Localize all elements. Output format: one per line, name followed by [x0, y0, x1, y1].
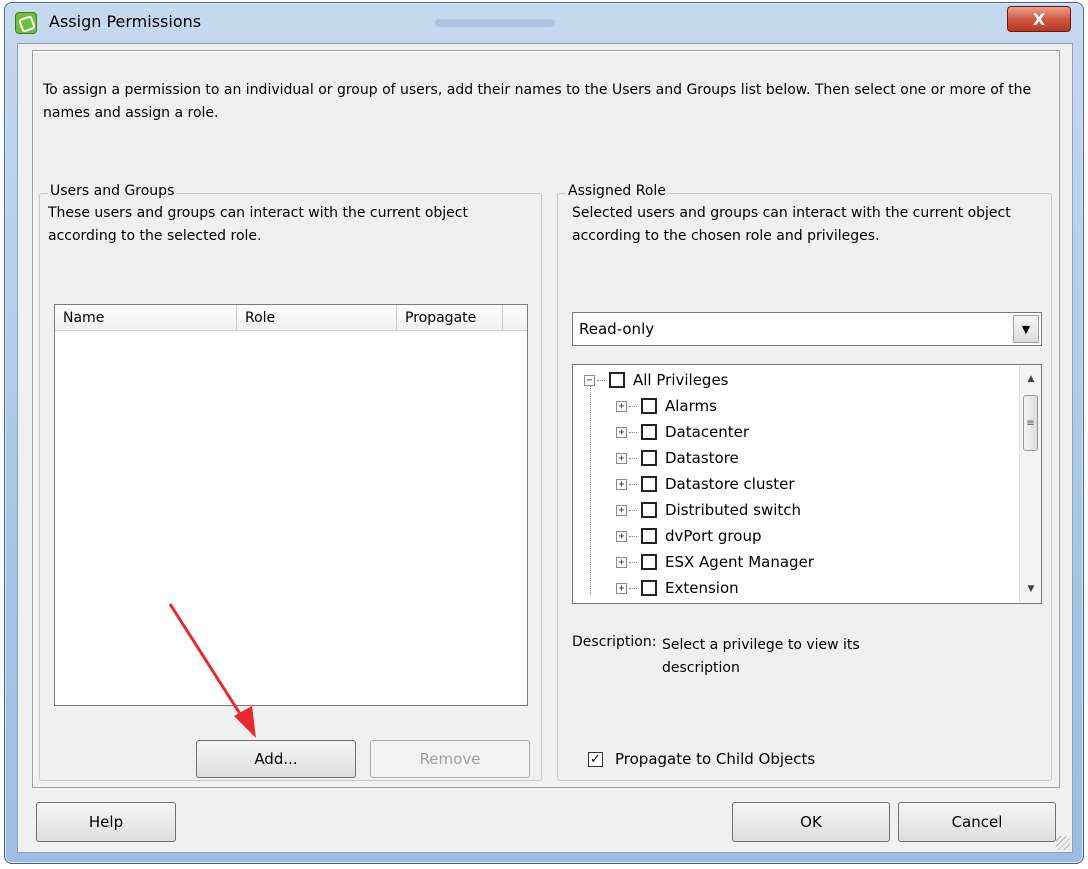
expand-icon[interactable]: +	[616, 504, 627, 516]
resize-grip-icon[interactable]	[1056, 836, 1070, 850]
expand-icon[interactable]: +	[616, 556, 627, 568]
expand-icon[interactable]: +	[616, 452, 627, 464]
description-label: Description:	[572, 634, 657, 650]
tree-connector	[629, 431, 637, 433]
tree-row-extension[interactable]: + Extension	[616, 575, 739, 601]
checkbox-datastore-cluster[interactable]	[641, 476, 657, 492]
assigned-role-group: Assigned Role Selected users and groups …	[557, 183, 1052, 781]
checkbox-esx-agent-manager[interactable]	[641, 554, 657, 570]
tree-row-datastore[interactable]: + Datastore	[616, 445, 739, 471]
tree-row-dvport-group[interactable]: + dvPort group	[616, 523, 761, 549]
checkbox-distributed-switch[interactable]	[641, 502, 657, 518]
users-and-groups-group: Users and Groups These users and groups …	[39, 183, 542, 781]
add-button[interactable]: Add...	[196, 740, 356, 778]
title-bar: Assign Permissions X	[5, 3, 1083, 41]
checkbox-all-privileges[interactable]	[609, 372, 625, 388]
description-text: Select a privilege to view its descripti…	[662, 637, 860, 676]
tree-connector-line	[590, 383, 591, 595]
list-header: Name Role Propagate	[55, 305, 527, 331]
users-and-groups-legend: Users and Groups	[48, 183, 177, 199]
assigned-role-legend: Assigned Role	[566, 183, 668, 199]
chevron-down-icon[interactable]: ▼	[1013, 315, 1039, 343]
cancel-button[interactable]: Cancel	[898, 802, 1056, 842]
role-dropdown[interactable]: Read-only ▼	[572, 312, 1042, 346]
scroll-down-icon[interactable]: ▼	[1020, 579, 1041, 599]
column-header-role[interactable]: Role	[237, 305, 397, 331]
checkbox-dvport-group[interactable]	[641, 528, 657, 544]
content-panel: To assign a permission to an individual …	[32, 50, 1060, 788]
expand-icon[interactable]: +	[616, 582, 627, 594]
instructions-text: To assign a permission to an individual …	[43, 82, 1032, 121]
propagate-checkbox[interactable]: ✓	[588, 751, 603, 767]
tree-row-datacenter[interactable]: + Datacenter	[616, 419, 749, 445]
checkbox-datastore[interactable]	[641, 450, 657, 466]
tree-row-alarms[interactable]: + Alarms	[616, 393, 717, 419]
tree-label-all-privileges: All Privileges	[633, 371, 729, 389]
help-button[interactable]: Help	[36, 802, 176, 842]
tree-row-datastore-cluster[interactable]: + Datastore cluster	[616, 471, 795, 497]
checkbox-datacenter[interactable]	[641, 424, 657, 440]
tree-label: Distributed switch	[665, 501, 802, 519]
tree-label: Datacenter	[665, 423, 750, 441]
tree-row-esx-agent-manager[interactable]: + ESX Agent Manager	[616, 549, 814, 575]
window-title: Assign Permissions	[49, 12, 202, 31]
tree-connector	[629, 457, 637, 459]
expand-icon[interactable]: +	[616, 400, 627, 412]
propagate-label: Propagate to Child Objects	[615, 750, 816, 768]
vsphere-app-icon	[15, 12, 37, 34]
expand-icon[interactable]: +	[616, 478, 627, 490]
tree-label: dvPort group	[665, 527, 762, 545]
privileges-tree[interactable]: − All Privileges + Alarms + Datacenter +…	[572, 364, 1042, 604]
title-obscured-text	[435, 19, 555, 27]
tree-label: ESX Agent Manager	[665, 553, 814, 571]
tree-connector	[629, 483, 637, 485]
tree-connector	[629, 587, 637, 589]
tree-connector	[597, 379, 605, 381]
ok-button[interactable]: OK	[732, 802, 890, 842]
tree-label: Extension	[665, 579, 739, 597]
checkbox-alarms[interactable]	[641, 398, 657, 414]
assigned-role-description: Selected users and groups can interact w…	[572, 205, 1011, 244]
tree-row-distributed-switch[interactable]: + Distributed switch	[616, 497, 801, 523]
tree-scrollbar[interactable]: ▲ ≡ ▼	[1019, 365, 1041, 603]
tree-label: Datastore	[665, 449, 739, 467]
tree-label: Alarms	[665, 397, 717, 415]
collapse-icon[interactable]: −	[584, 374, 595, 386]
expand-icon[interactable]: +	[616, 426, 627, 438]
close-button[interactable]: X	[1007, 6, 1071, 32]
tree-connector	[629, 535, 637, 537]
checkbox-extension[interactable]	[641, 580, 657, 596]
propagate-checkbox-row[interactable]: ✓ Propagate to Child Objects	[588, 750, 815, 768]
scroll-up-icon[interactable]: ▲	[1020, 369, 1041, 389]
assign-permissions-window: Assign Permissions X To assign a permiss…	[4, 2, 1084, 864]
expand-icon[interactable]: +	[616, 530, 627, 542]
tree-connector	[629, 509, 637, 511]
tree-row-all-privileges[interactable]: − All Privileges	[584, 367, 729, 393]
scrollbar-thumb[interactable]: ≡	[1023, 395, 1038, 451]
role-dropdown-value: Read-only	[579, 320, 655, 338]
users-groups-list[interactable]: Name Role Propagate	[54, 304, 528, 706]
dialog-body: To assign a permission to an individual …	[17, 43, 1073, 853]
remove-button[interactable]: Remove	[370, 740, 530, 778]
column-header-name[interactable]: Name	[55, 305, 237, 331]
tree-connector	[629, 561, 637, 563]
users-and-groups-description: These users and groups can interact with…	[48, 205, 468, 244]
tree-connector	[629, 405, 637, 407]
tree-label: Datastore cluster	[665, 475, 795, 493]
column-header-propagate[interactable]: Propagate	[397, 305, 503, 331]
